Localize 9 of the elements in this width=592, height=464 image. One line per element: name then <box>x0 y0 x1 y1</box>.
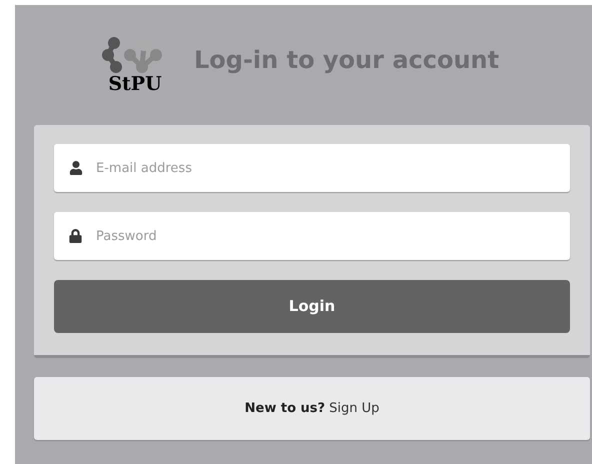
signup-prompt: New to us? <box>244 400 326 418</box>
input-field[interactable]: E-mail address <box>54 144 570 192</box>
user-icon <box>69 161 83 175</box>
logo-text: StPU <box>108 74 162 94</box>
login-button[interactable]: Login <box>54 280 570 333</box>
signup-link[interactable]: Sign Up <box>329 398 380 418</box>
page-title: Log-in to your account <box>194 45 500 76</box>
input-field[interactable]: Password <box>54 212 570 260</box>
lock-icon <box>69 229 82 243</box>
